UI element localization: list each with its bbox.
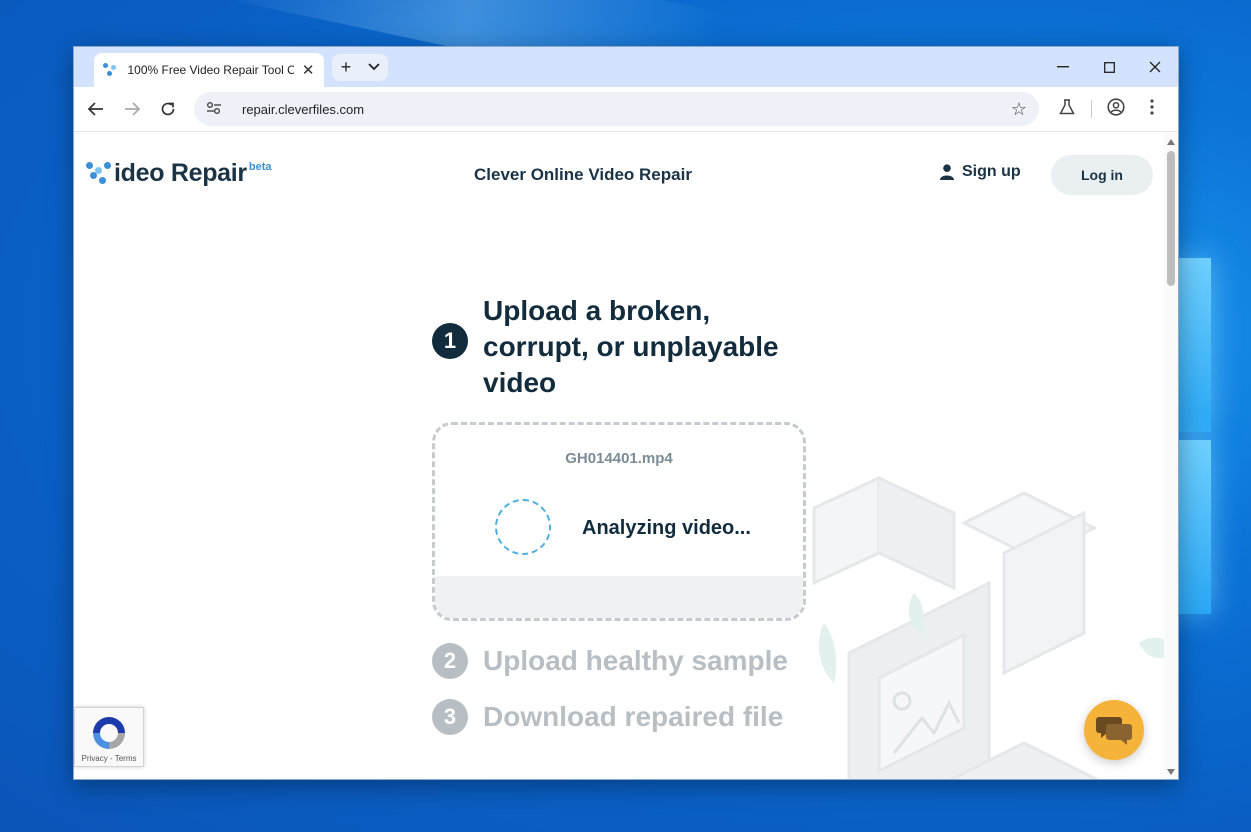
uploaded-filename: GH014401.mp4 xyxy=(565,450,673,467)
maximize-button[interactable] xyxy=(1086,47,1132,87)
recaptcha-badge[interactable]: Privacy - Terms xyxy=(74,707,144,767)
browser-titlebar: 100% Free Video Repair Tool Online ✕ + xyxy=(74,47,1178,87)
logo-dots-icon xyxy=(86,159,112,187)
browser-window: 100% Free Video Repair Tool Online ✕ + xyxy=(73,46,1179,780)
new-tab-button[interactable]: + xyxy=(332,54,360,81)
site-title: Clever Online Video Repair xyxy=(474,165,692,184)
page-scrollbar[interactable] xyxy=(1164,133,1178,779)
scrollbar-thumb[interactable] xyxy=(1167,151,1175,286)
step-2-number: 2 xyxy=(432,643,468,679)
step-3-number: 3 xyxy=(432,699,468,735)
browser-toolbar: repair.cleverfiles.com ☆ xyxy=(74,87,1178,132)
step-3-title: Download repaired file xyxy=(483,701,784,732)
toolbar-separator xyxy=(1091,100,1092,118)
recaptcha-icon xyxy=(93,717,125,749)
window-controls xyxy=(1040,47,1178,87)
logo-beta-badge: beta xyxy=(248,161,272,173)
upload-progress-area xyxy=(435,576,803,618)
menu-dots-icon[interactable] xyxy=(1134,98,1170,120)
step-1-title: Upload a broken, corrupt, or unplayable … xyxy=(483,295,779,398)
chat-widget-button[interactable] xyxy=(1084,700,1144,760)
tab-search-chevron-icon[interactable] xyxy=(360,54,388,81)
tab-actions: + xyxy=(332,54,388,81)
tab-title: 100% Free Video Repair Tool Online xyxy=(127,63,294,77)
minimize-button[interactable] xyxy=(1040,47,1086,87)
site-header: ideo Repair beta Clever Online Video Rep… xyxy=(74,133,1166,219)
loading-spinner-icon xyxy=(495,499,551,555)
login-button[interactable]: Log in xyxy=(1051,155,1153,195)
profile-icon[interactable] xyxy=(1098,97,1134,121)
signup-label: Sign up xyxy=(962,163,1021,180)
step-3: 3 Download repaired file xyxy=(432,699,783,735)
close-window-button[interactable] xyxy=(1132,47,1178,87)
scroll-down-arrow-icon[interactable] xyxy=(1167,769,1175,775)
site-logo[interactable]: ideo Repair beta xyxy=(86,159,271,188)
windows-logo-pane-top xyxy=(1179,258,1211,432)
step-2: 2 Upload healthy sample xyxy=(432,643,788,679)
page-viewport: ideo Repair beta Clever Online Video Rep… xyxy=(74,133,1166,779)
recaptcha-links[interactable]: Privacy - Terms xyxy=(75,754,143,763)
logo-text: ideo Repair xyxy=(114,159,247,187)
url-text: repair.cleverfiles.com xyxy=(242,101,365,117)
scroll-up-arrow-icon[interactable] xyxy=(1167,139,1175,145)
windows-logo-pane-bottom xyxy=(1179,440,1211,614)
signup-link[interactable]: Sign up xyxy=(940,163,1021,181)
step-1-number: 1 xyxy=(432,323,468,359)
user-icon xyxy=(940,164,954,180)
step-1: 1 Upload a broken, corrupt, or unplayabl… xyxy=(432,293,813,401)
upload-dropzone[interactable]: GH014401.mp4 Analyzing video... xyxy=(432,422,806,621)
step-2-title: Upload healthy sample xyxy=(483,645,788,676)
site-info-tune-icon[interactable] xyxy=(206,101,228,118)
toolbar-right-actions xyxy=(1049,92,1170,126)
favicon-icon xyxy=(102,61,119,79)
chat-icon xyxy=(1096,717,1132,745)
bookmark-star-icon[interactable]: ☆ xyxy=(1011,99,1027,120)
tab-close-icon[interactable]: ✕ xyxy=(300,61,316,79)
browser-tab-active[interactable]: 100% Free Video Repair Tool Online ✕ xyxy=(94,53,324,87)
address-bar[interactable]: repair.cleverfiles.com ☆ xyxy=(194,92,1039,126)
forward-button[interactable] xyxy=(114,91,150,127)
reload-button[interactable] xyxy=(150,91,186,127)
labs-flask-icon[interactable] xyxy=(1049,98,1085,120)
back-button[interactable] xyxy=(78,91,114,127)
windows-logo xyxy=(1179,258,1211,614)
analyzing-status: Analyzing video... xyxy=(582,517,751,539)
